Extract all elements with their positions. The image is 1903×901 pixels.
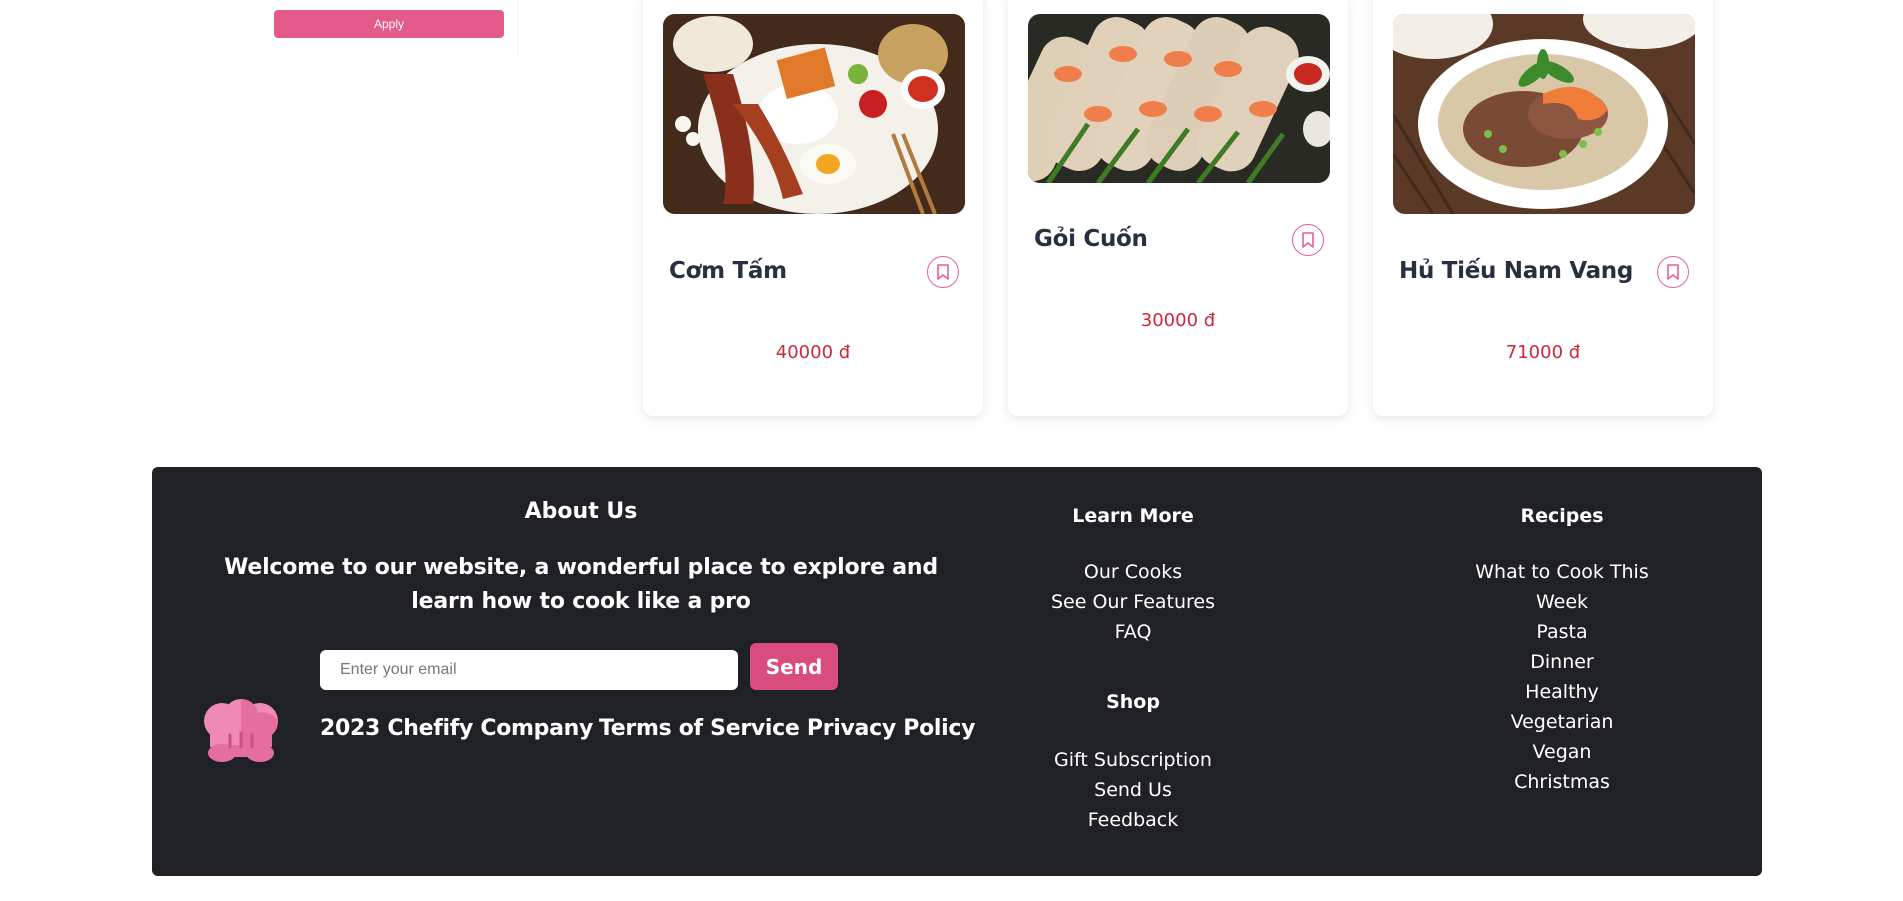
- footer-link-vegan[interactable]: Vegan: [1452, 737, 1672, 767]
- apply-button[interactable]: Apply: [274, 10, 504, 38]
- terms-privacy-link[interactable]: Terms of Service Privacy Policy: [599, 716, 975, 741]
- footer-link-our-cooks[interactable]: Our Cooks: [1010, 557, 1256, 587]
- bookmark-button[interactable]: [1292, 224, 1324, 256]
- footer-link-pasta[interactable]: Pasta: [1452, 617, 1672, 647]
- recipe-card[interactable]: Hủ Tiếu Nam Vang 71000 đ: [1373, 0, 1713, 416]
- footer-link-gift[interactable]: Gift Subscription: [1010, 745, 1256, 775]
- recipe-name: Hủ Tiếu Nam Vang: [1399, 258, 1634, 284]
- footer-link-vegetarian[interactable]: Vegetarian: [1452, 707, 1672, 737]
- recipes-title: Recipes: [1520, 505, 1604, 527]
- recipe-price: 40000 đ: [775, 342, 851, 363]
- page: Apply Cơm Tấm 40000 đ Gỏi Cuốn 30000 đ H…: [0, 0, 1903, 901]
- recipe-image-com-tam[interactable]: [663, 14, 965, 214]
- footer-link-christmas[interactable]: Christmas: [1452, 767, 1672, 797]
- bookmark-icon: [1667, 264, 1679, 280]
- recipe-name: Gỏi Cuốn: [1034, 226, 1148, 252]
- footer-link-feedback[interactable]: Feedback: [1010, 805, 1256, 835]
- bookmark-button[interactable]: [927, 256, 959, 288]
- recipe-name: Cơm Tấm: [669, 258, 787, 284]
- recipe-image-goi-cuon[interactable]: [1028, 14, 1330, 183]
- footer-link-send-us[interactable]: Send Us: [1010, 775, 1256, 805]
- recipe-price: 71000 đ: [1505, 342, 1581, 363]
- recipe-price: 30000 đ: [1140, 310, 1216, 331]
- footer-link-what-to-cook[interactable]: What to Cook This: [1452, 557, 1672, 587]
- footer-link-features[interactable]: See Our Features: [1010, 587, 1256, 617]
- chef-hat-icon: [204, 699, 279, 762]
- recipe-card[interactable]: Cơm Tấm 40000 đ: [643, 0, 983, 416]
- bookmark-icon: [1302, 232, 1314, 248]
- footer-link-week[interactable]: Week: [1452, 587, 1672, 617]
- recipe-image-hu-tieu[interactable]: [1393, 14, 1695, 214]
- about-text: Welcome to our website, a wonderful plac…: [224, 555, 938, 614]
- about-title: About Us: [524, 499, 638, 524]
- bookmark-button[interactable]: [1657, 256, 1689, 288]
- email-input[interactable]: [320, 650, 738, 690]
- copyright: 2023 Chefify Company: [320, 716, 594, 741]
- footer-link-faq[interactable]: FAQ: [1010, 617, 1256, 647]
- footer-link-healthy[interactable]: Healthy: [1452, 677, 1672, 707]
- send-button[interactable]: Send: [750, 643, 838, 690]
- learn-more-column: Learn More Our Cooks See Our Features FA…: [1010, 505, 1256, 647]
- learn-more-title: Learn More: [1072, 505, 1194, 527]
- shop-title: Shop: [1106, 691, 1160, 713]
- filter-panel: Apply: [262, 0, 518, 54]
- shop-column: Shop Gift Subscription Send Us Feedback: [1010, 691, 1256, 835]
- recipes-column: Recipes What to Cook This Week Pasta Din…: [1452, 505, 1672, 797]
- footer-link-dinner[interactable]: Dinner: [1452, 647, 1672, 677]
- bookmark-icon: [937, 264, 949, 280]
- recipe-card[interactable]: Gỏi Cuốn 30000 đ: [1008, 0, 1348, 416]
- footer: About Us Welcome to our website, a wonde…: [152, 467, 1762, 876]
